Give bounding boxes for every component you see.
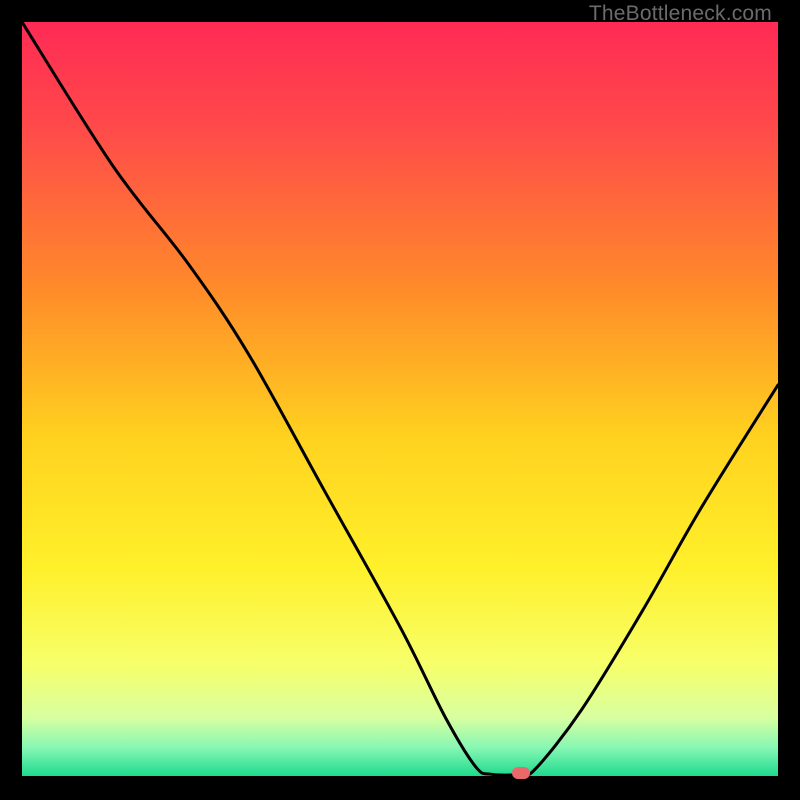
gradient-bg	[22, 22, 778, 778]
optimal-point-marker	[512, 767, 530, 779]
bottleneck-chart	[22, 22, 778, 778]
chart-frame	[22, 22, 778, 778]
